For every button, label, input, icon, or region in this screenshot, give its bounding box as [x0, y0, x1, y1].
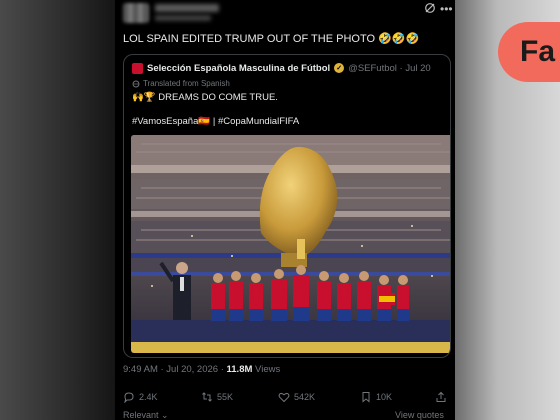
tweet-timestamp[interactable]: 9:49 AM · Jul 20, 2026 ·	[123, 364, 227, 375]
repost-count: 55K	[217, 392, 234, 402]
quoted-header: Selección Española Masculina de Fútbol ✓…	[132, 61, 431, 75]
quoted-text: 🙌🏆 DREAMS DO COME TRUE.	[132, 92, 278, 103]
brand-logo: Fa	[498, 22, 560, 82]
repost-button[interactable]: 55K	[201, 391, 233, 403]
reply-count: 2.4K	[139, 392, 158, 402]
quoted-handle-date: @SEFutbol · Jul 20	[348, 62, 431, 74]
blurred-background-left	[0, 0, 115, 420]
translated-label[interactable]: Translated from Spanish	[132, 79, 230, 88]
quoted-hashtags[interactable]: #VamosEspaña🇪🇸 | #CopaMundialFIFA	[132, 116, 299, 127]
tweet-header: •••	[115, 0, 455, 26]
sort-relevant-dropdown[interactable]: Relevant ⌄	[123, 410, 169, 420]
blurred-author-handle	[155, 15, 211, 21]
tweet-meta: 9:49 AM · Jul 20, 2026 · 11.8M Views	[123, 364, 280, 375]
chevron-down-icon: ⌄	[158, 410, 169, 420]
tweet-card: ••• LOL SPAIN EDITED TRUMP OUT OF THE PH…	[115, 0, 455, 420]
translate-icon	[132, 80, 140, 87]
translated-text: Translated from Spanish	[143, 79, 230, 88]
quoted-avatar[interactable]	[132, 62, 143, 74]
bookmark-button[interactable]: 10K	[360, 391, 392, 403]
quoted-author-name[interactable]: Selección Española Masculina de Fútbol	[147, 63, 330, 74]
blurred-author-name[interactable]	[155, 4, 219, 12]
quoted-tweet[interactable]: Selección Española Masculina de Fútbol ✓…	[123, 54, 451, 358]
reply-icon	[124, 392, 134, 403]
verified-badge-icon: ✓	[334, 63, 345, 73]
views-label: Views	[252, 364, 281, 375]
sort-relevant-label: Relevant	[123, 410, 159, 420]
action-bar: 2.4K 55K 542K 10K	[123, 391, 448, 405]
repost-icon	[202, 392, 212, 402]
team-celebration-photo[interactable]	[131, 135, 451, 353]
bookmark-icon	[362, 392, 370, 403]
grok-icon[interactable]	[424, 2, 436, 14]
share-button[interactable]	[435, 391, 447, 403]
view-quotes-link[interactable]: View quotes	[395, 410, 444, 420]
share-icon	[436, 391, 446, 402]
like-icon	[278, 392, 290, 403]
more-icon[interactable]: •••	[440, 2, 453, 16]
brand-logo-text: Fa	[520, 35, 556, 68]
tweet-emojis: 🤣🤣🤣	[378, 33, 420, 45]
views-count: 11.8M	[226, 364, 253, 375]
like-count: 542K	[294, 392, 316, 402]
tweet-text-body: LOL SPAIN EDITED TRUMP OUT OF THE PHOTO	[123, 33, 376, 45]
tweet-text: LOL SPAIN EDITED TRUMP OUT OF THE PHOTO …	[123, 32, 448, 45]
blurred-avatar[interactable]	[123, 3, 149, 23]
bookmark-count: 10K	[376, 392, 393, 402]
like-button[interactable]: 542K	[278, 391, 315, 403]
reply-button[interactable]: 2.4K	[123, 391, 158, 403]
